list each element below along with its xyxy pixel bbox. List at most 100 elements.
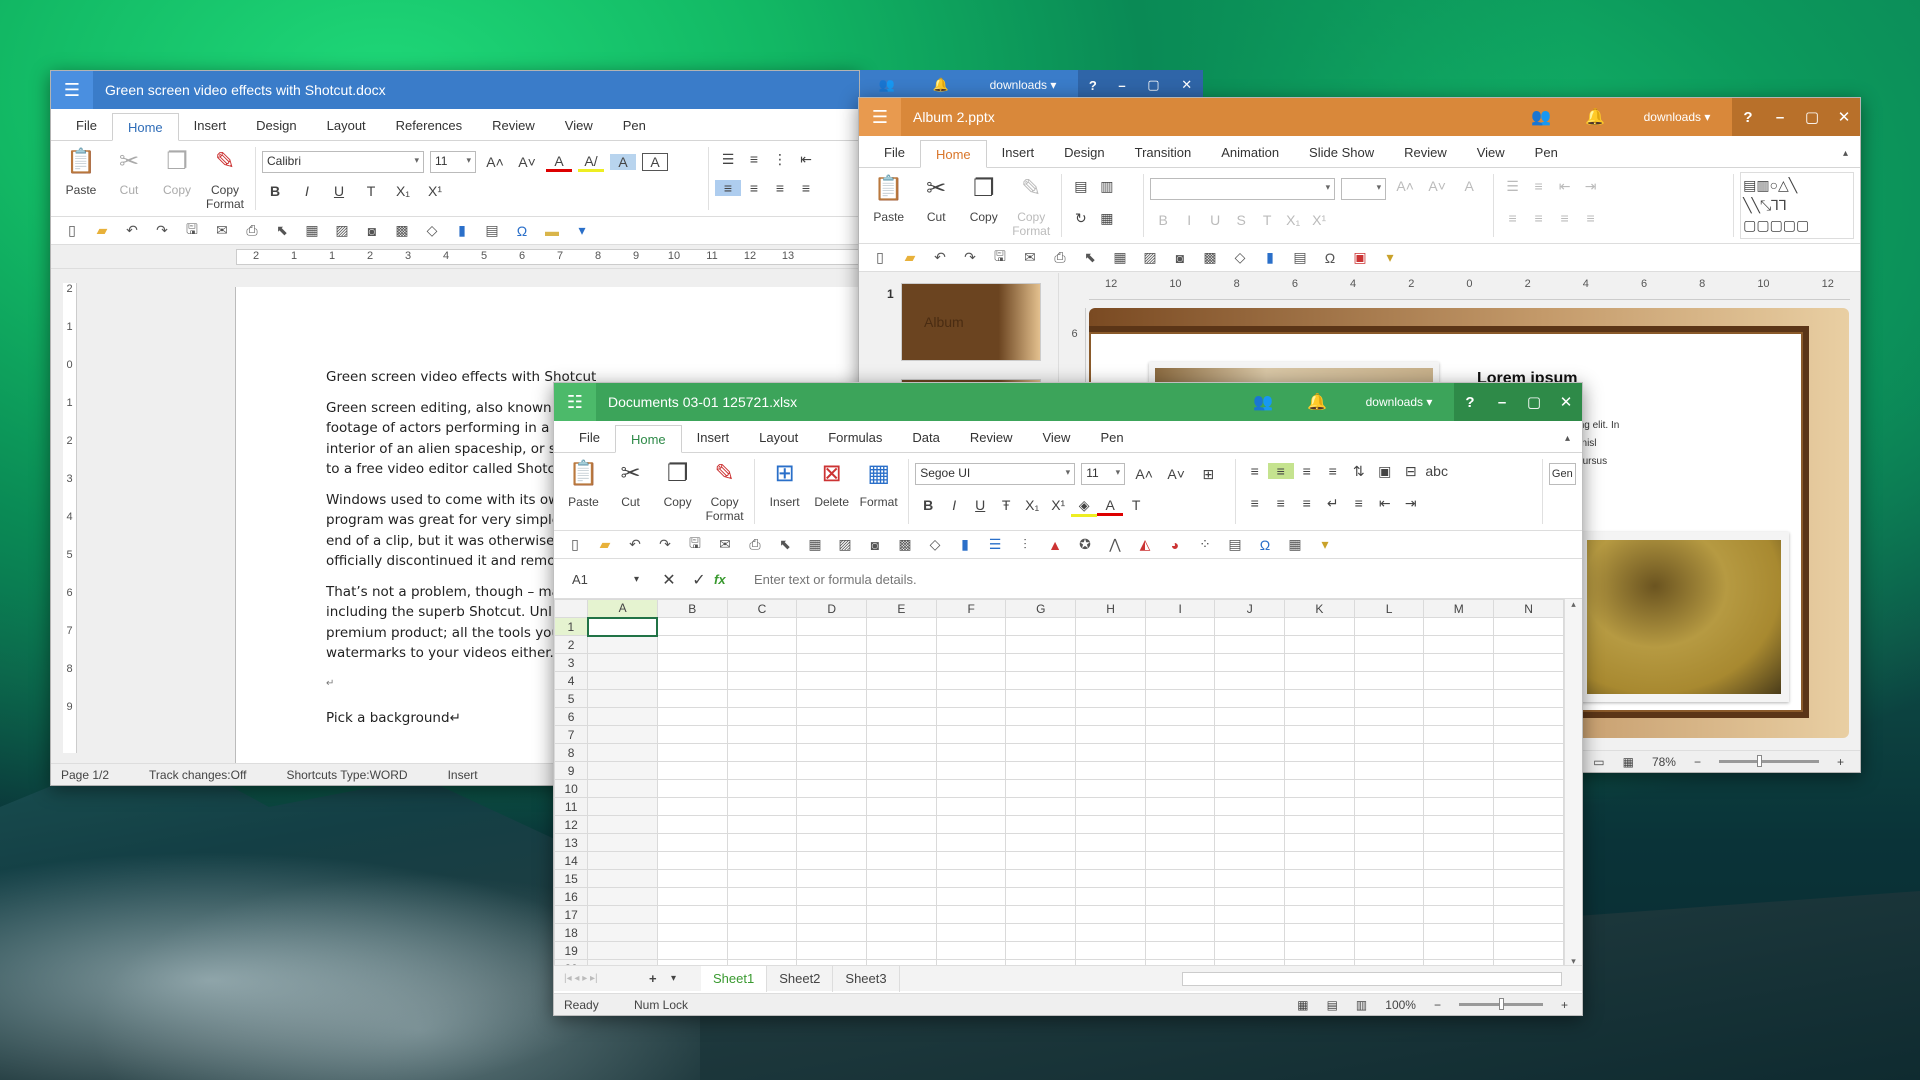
- cell[interactable]: [796, 653, 868, 672]
- zoom-out-button[interactable]: −: [1434, 998, 1441, 1012]
- cancel-formula-icon[interactable]: ✕: [654, 570, 684, 590]
- shortcuts-type[interactable]: Shortcuts Type:WORD: [286, 768, 407, 782]
- numbering-icon[interactable]: ≡: [741, 151, 767, 167]
- align-center-icon[interactable]: ≡: [741, 180, 767, 196]
- merge-center-icon[interactable]: ⊟: [1398, 463, 1424, 480]
- cell[interactable]: [796, 797, 868, 816]
- select-icon[interactable]: ⬉: [1077, 249, 1103, 266]
- tab-slide-show[interactable]: Slide Show: [1294, 139, 1389, 167]
- cell[interactable]: [726, 689, 798, 708]
- cell[interactable]: [726, 725, 798, 744]
- new-icon[interactable]: ▯: [562, 536, 588, 553]
- redo-icon[interactable]: ↷: [652, 536, 678, 553]
- column-header[interactable]: N: [1493, 599, 1564, 618]
- cell[interactable]: [935, 923, 1007, 942]
- align-top-icon[interactable]: ≡: [1242, 463, 1268, 479]
- maximize-icon[interactable]: ▢: [1147, 77, 1159, 93]
- freeze-icon[interactable]: ▦: [1282, 536, 1308, 553]
- cell[interactable]: [1144, 869, 1216, 888]
- cell[interactable]: [1005, 941, 1077, 960]
- cell[interactable]: [796, 707, 868, 726]
- cell[interactable]: [1493, 887, 1564, 906]
- cell[interactable]: [1284, 815, 1355, 834]
- tab-design[interactable]: Design: [1049, 139, 1119, 167]
- select-icon[interactable]: ⬉: [269, 222, 295, 239]
- cell[interactable]: [587, 869, 658, 888]
- align-center-icon[interactable]: ≡: [1268, 495, 1294, 511]
- cell[interactable]: [656, 887, 728, 906]
- cell[interactable]: [1423, 743, 1495, 762]
- cell[interactable]: [1353, 617, 1425, 636]
- cell[interactable]: [726, 833, 798, 852]
- area2-chart-icon[interactable]: ◭: [1132, 536, 1158, 553]
- bullets-icon[interactable]: ☰: [715, 151, 741, 168]
- symbol-icon[interactable]: Ω: [1252, 537, 1278, 553]
- cell[interactable]: [1423, 887, 1495, 906]
- char-shading-icon[interactable]: A: [610, 154, 636, 170]
- cell[interactable]: [656, 689, 728, 708]
- shadow-icon[interactable]: S: [1228, 212, 1254, 228]
- cell[interactable]: [1423, 653, 1495, 672]
- cell[interactable]: [726, 653, 798, 672]
- cell[interactable]: [866, 797, 937, 816]
- grow-font-icon[interactable]: A˄: [1131, 466, 1157, 482]
- textbox-icon[interactable]: ▤: [1287, 249, 1313, 266]
- cell[interactable]: [1005, 653, 1077, 672]
- font-color-icon[interactable]: A: [1456, 178, 1482, 200]
- cell[interactable]: [1284, 689, 1355, 708]
- cell[interactable]: [1493, 617, 1564, 636]
- number-format-select[interactable]: Gen: [1548, 463, 1577, 485]
- cell[interactable]: [1144, 905, 1216, 924]
- indent-icon[interactable]: ⇤: [1372, 495, 1398, 512]
- cell[interactable]: [1284, 743, 1355, 762]
- cell[interactable]: [935, 779, 1007, 798]
- underline-icon[interactable]: U: [326, 183, 352, 199]
- share-users-icon[interactable]: 👥: [1236, 392, 1290, 412]
- cell[interactable]: [587, 707, 658, 726]
- subscript-icon[interactable]: X₁: [1280, 212, 1306, 228]
- new-icon[interactable]: ▯: [59, 222, 85, 239]
- cell[interactable]: [1144, 653, 1216, 672]
- cell[interactable]: [656, 635, 728, 654]
- tab-view[interactable]: View: [1462, 139, 1520, 167]
- cell[interactable]: [1075, 905, 1146, 924]
- cut-button[interactable]: ✂ Cut: [105, 145, 153, 212]
- cell[interactable]: [726, 779, 798, 798]
- tab-file[interactable]: File: [564, 424, 615, 452]
- redo-icon[interactable]: ↷: [149, 222, 175, 239]
- cell[interactable]: [935, 725, 1007, 744]
- cell[interactable]: [1423, 617, 1495, 636]
- cell[interactable]: [1423, 689, 1495, 708]
- zoom-level[interactable]: 78%: [1652, 755, 1676, 769]
- cell[interactable]: [1423, 941, 1495, 960]
- cell[interactable]: [1144, 725, 1216, 744]
- cell[interactable]: [1493, 797, 1564, 816]
- column-header[interactable]: B: [656, 599, 728, 618]
- tab-insert[interactable]: Insert: [682, 424, 745, 452]
- cell[interactable]: [1144, 941, 1216, 960]
- cell[interactable]: [1423, 671, 1495, 690]
- format-cells-button[interactable]: ▦ Format: [855, 457, 902, 526]
- undo-icon[interactable]: ↶: [119, 222, 145, 239]
- cell[interactable]: [1493, 905, 1564, 924]
- cell[interactable]: [866, 761, 937, 780]
- scatter-chart-icon[interactable]: ⁘: [1192, 536, 1218, 553]
- cell[interactable]: [1075, 707, 1146, 726]
- cell[interactable]: [796, 725, 868, 744]
- cell[interactable]: [1423, 833, 1495, 852]
- cell[interactable]: [587, 815, 658, 834]
- cell[interactable]: [935, 671, 1007, 690]
- cell[interactable]: [1005, 905, 1077, 924]
- cell[interactable]: [587, 797, 658, 816]
- paste-button[interactable]: 📋 Paste: [865, 172, 912, 239]
- numbering-icon[interactable]: ≡: [1526, 178, 1552, 194]
- tab-insert[interactable]: Insert: [179, 112, 242, 140]
- tab-design[interactable]: Design: [241, 112, 311, 140]
- cell[interactable]: [1144, 923, 1216, 942]
- row-header[interactable]: 14: [554, 851, 589, 870]
- customize-qat-icon[interactable]: ▾: [1312, 536, 1338, 553]
- clear-format-icon[interactable]: T: [1123, 497, 1149, 513]
- cell[interactable]: [1214, 941, 1286, 960]
- reset-slide-icon[interactable]: ↻: [1068, 210, 1094, 227]
- name-box[interactable]: A1: [554, 572, 634, 587]
